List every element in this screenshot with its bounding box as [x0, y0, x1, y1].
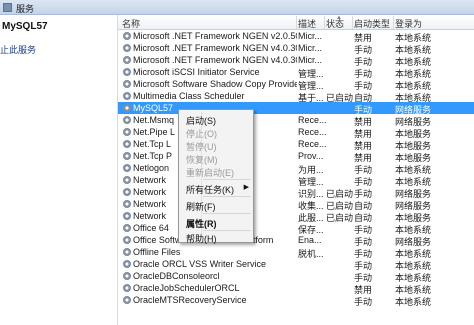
gear-icon [123, 200, 131, 208]
gear-icon [123, 248, 131, 256]
service-name-cell: Microsoft .NET Framework NGEN v2.0.50727… [133, 31, 297, 41]
service-row[interactable]: Microsoft .NET Framework NGEN v2.0.50727… [118, 30, 474, 43]
menu-item-start[interactable]: 启动(S) [181, 113, 251, 126]
services-app-icon [3, 3, 12, 12]
gear-icon [123, 164, 131, 172]
service-description-cell: Micr... [298, 43, 322, 53]
window-title: 服务 [16, 4, 35, 14]
column-header-description[interactable]: 描述 [298, 17, 316, 30]
service-description-cell: Rece... [298, 139, 326, 149]
service-row[interactable]: Microsoft iSCSI Initiator Service 管理... 手动… [118, 66, 474, 79]
service-name-cell: OracleDBConsoleorcl [133, 271, 220, 281]
service-row[interactable]: Office 64 保存... 手动 本地系统 [118, 222, 474, 235]
service-name-cell: OracleJobSchedulerORCL [133, 283, 240, 293]
column-divider[interactable] [324, 16, 325, 29]
column-header-status[interactable]: 状态 [326, 17, 344, 30]
menu-separator [203, 196, 251, 197]
service-row[interactable]: Network 管理... 手动 本地系统 [118, 174, 474, 187]
service-row[interactable]: Office Software Protection PlatformEna..… [118, 234, 474, 247]
menu-item-all-tasks[interactable]: 所有任务(K) ▶ [181, 182, 251, 195]
service-detail-panel: MySQL57 止此服务 [0, 15, 118, 325]
gear-icon [123, 116, 131, 124]
column-header-logon-as[interactable]: 登录为 [395, 17, 422, 30]
service-name-cell: Microsoft .NET Framework NGEN v4.0.30319… [133, 55, 297, 65]
service-row[interactable]: Net.Tcp L Rece... 禁用 本地服务 [118, 138, 474, 151]
column-divider[interactable] [352, 16, 353, 29]
service-row[interactable]: Network 此服... 已启动 自动 本地服务 [118, 210, 474, 223]
service-startup-type-cell: 手动 [354, 297, 373, 307]
service-name-cell: Oracle ORCL VSS Writer Service [133, 259, 267, 269]
column-header-name[interactable]: 名称 [122, 17, 140, 30]
service-row[interactable]: Oracle ORCL VSS Writer Service 手动 本地系统 [118, 258, 474, 271]
gear-icon [123, 236, 131, 244]
column-header-startup-type[interactable]: 启动类型 [354, 17, 390, 30]
gear-icon [123, 224, 131, 232]
service-row[interactable]: Network 识别... 已启动 手动 网络服务 [118, 186, 474, 199]
service-row[interactable]: Multimedia Class Scheduler 基于... 已启动 自动 本地系统 [118, 90, 474, 103]
service-description-cell: Rece... [298, 127, 326, 137]
gear-icon [123, 152, 131, 160]
service-name-cell: Microsoft Software Shadow Copy Provider [133, 79, 297, 89]
service-row[interactable]: OracleMTSRecoveryService 手动 本地系统 [118, 294, 474, 307]
service-description-cell: Prov... [298, 151, 324, 161]
service-description-cell: Rece... [298, 115, 326, 125]
service-row[interactable]: Net.Msmq Rece... 禁用 网络服务 [118, 114, 474, 127]
column-divider[interactable] [393, 16, 394, 29]
gear-icon [123, 68, 131, 76]
gear-icon [123, 56, 131, 64]
gear-icon [123, 176, 131, 184]
menu-item-resume[interactable]: 恢复(M) [181, 152, 251, 165]
service-description-cell: Micr... [298, 55, 322, 65]
service-row[interactable]: OracleJobSchedulerORCL 禁用 本地系统 [118, 282, 474, 295]
service-name-cell: Multimedia Class Scheduler [133, 91, 245, 101]
gear-icon [123, 272, 131, 280]
service-name-cell: Offline Files [133, 247, 181, 257]
service-row[interactable]: Microsoft .NET Framework NGEN v4.0.30319… [118, 54, 474, 67]
service-row[interactable]: Net.Pipe L Rece... 禁用 本地服务 [118, 126, 474, 139]
submenu-arrow-icon: ▶ [243, 184, 249, 191]
services-list-header: 名称 ▲ 描述 状态 启动类型 登录为 [118, 15, 474, 30]
service-name-cell: Microsoft iSCSI Initiator Service [133, 67, 260, 77]
gear-icon [123, 44, 131, 52]
context-menu: 启动(S) 停止(O) 暂停(U) 恢复(M) 重新启动(E) 所有任务(K) ▶… [178, 109, 254, 244]
menu-item-stop[interactable]: 停止(O) [181, 126, 251, 139]
service-row[interactable]: Microsoft Software Shadow Copy Provider 管… [118, 78, 474, 91]
menu-item-refresh[interactable]: 刷新(F) [181, 199, 251, 212]
gear-icon [123, 140, 131, 148]
service-row[interactable]: OracleDBConsoleorcl 手动 本地系统 [118, 270, 474, 283]
service-row[interactable]: Net.Tcp P Prov... 禁用 本地服务 [118, 150, 474, 163]
gear-icon [123, 32, 131, 40]
service-name-cell: OracleMTSRecoveryService [133, 295, 247, 305]
menu-item-pause[interactable]: 暂停(U) [181, 139, 251, 152]
menu-separator [203, 213, 251, 214]
services-list: Microsoft .NET Framework NGEN v2.0.50727… [118, 30, 474, 307]
gear-icon [123, 104, 131, 112]
service-row[interactable]: Netlogon 为用... 手动 本地系统 [118, 162, 474, 175]
stop-service-link[interactable]: 止此服务 [0, 43, 36, 56]
menu-item-properties[interactable]: 属性(R) [181, 216, 251, 229]
gear-icon [123, 80, 131, 88]
gear-icon [123, 260, 131, 268]
gear-icon [123, 188, 131, 196]
title-bar: 服务 [0, 0, 474, 15]
menu-separator [203, 179, 251, 180]
service-row[interactable]: Offline Files 脱机... 手动 本地系统 [118, 246, 474, 259]
service-row[interactable]: MySQL57 手动 网络服务 [118, 102, 474, 115]
selected-service-title: MySQL57 [2, 21, 48, 32]
gear-icon [123, 212, 131, 220]
gear-icon [123, 92, 131, 100]
service-description-cell: Micr... [298, 31, 322, 41]
gear-icon [123, 284, 131, 292]
service-description-cell: Ena... [298, 235, 322, 245]
gear-icon [123, 296, 131, 304]
service-name-cell: Microsoft .NET Framework NGEN v4.0.30319… [133, 43, 297, 53]
menu-item-restart[interactable]: 重新启动(E) [181, 165, 251, 178]
column-divider[interactable] [296, 16, 297, 29]
service-logon-cell: 本地系统 [395, 297, 432, 307]
gear-icon [123, 128, 131, 136]
service-row[interactable]: Microsoft .NET Framework NGEN v4.0.30319… [118, 42, 474, 55]
service-row[interactable]: Network 收集... 已启动 自动 网络服务 [118, 198, 474, 211]
menu-item-help[interactable]: 帮助(H) [181, 231, 251, 244]
